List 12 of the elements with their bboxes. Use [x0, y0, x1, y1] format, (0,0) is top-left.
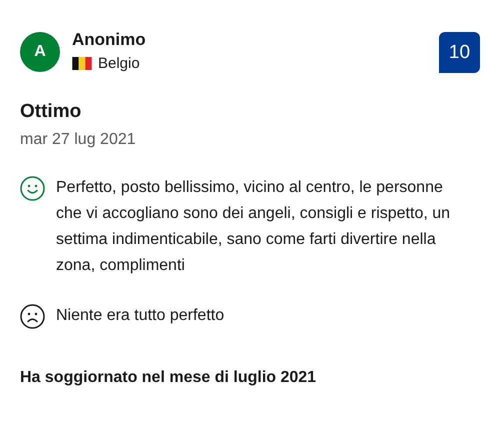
frowning-face-icon: [20, 304, 45, 329]
comment-text: Niente era tutto perfetto: [56, 306, 226, 326]
review-title: Ottimo: [20, 101, 82, 123]
stay-info: Ha soggiornato nel mese di luglio 2021: [20, 369, 318, 387]
comment-text: Perfetto, posto bellissimo, vicino al centro, le personne che vi accogliano sono dei angeli, consigli e rispetto, un settima indimenticabile, sano come farti divertire nella zona, complimenti: [56, 178, 452, 276]
avatar: A: [20, 32, 60, 72]
reviewer-name: Anonimo: [72, 30, 147, 50]
review-date: mar 27 lug 2021: [20, 131, 137, 149]
score-badge: 10: [439, 32, 480, 73]
reviewer-country: Belgio: [98, 55, 140, 72]
smiley-icon: [20, 176, 45, 201]
flag-icon: [72, 57, 92, 70]
